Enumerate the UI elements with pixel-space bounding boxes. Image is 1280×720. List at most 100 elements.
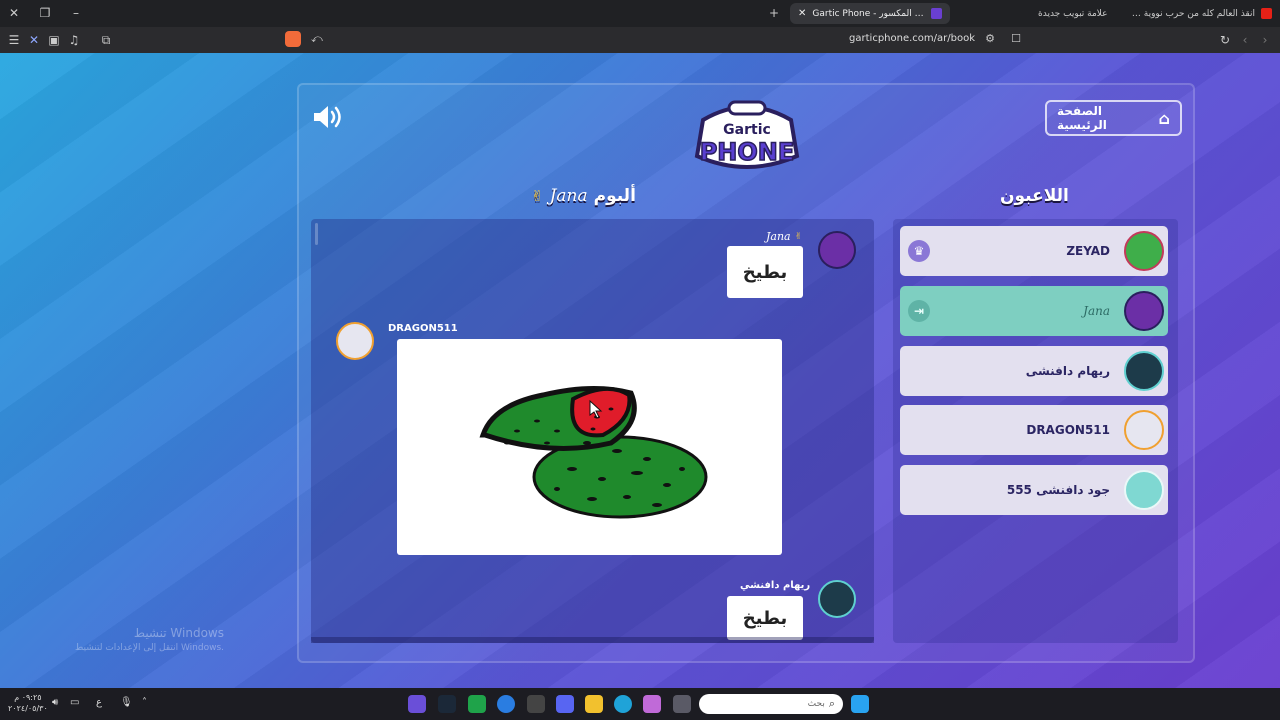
clock[interactable]: ٠٩:٢٥ م ٢٠٢٤/٠٥/٣٠ bbox=[8, 692, 48, 714]
taskbar-search[interactable]: بحث ⌕ bbox=[699, 694, 843, 714]
player-row-dragon511[interactable]: DRAGON511 bbox=[900, 405, 1168, 455]
forward-icon[interactable]: › bbox=[1257, 32, 1273, 48]
speaker-icon bbox=[314, 106, 341, 128]
author-name: ريهام دافنشي bbox=[740, 580, 811, 591]
restore-window-icon[interactable]: ❐ bbox=[37, 5, 53, 21]
hand-icon: ✌ bbox=[531, 187, 544, 205]
player-row-jood[interactable]: جود دافنشى 555 bbox=[900, 465, 1168, 515]
brave-shield-icon[interactable] bbox=[285, 31, 301, 47]
player-avatar bbox=[1124, 470, 1164, 510]
copilot-icon[interactable] bbox=[643, 695, 661, 713]
logo-text-phone: PHONE bbox=[700, 138, 795, 166]
album-owner: Jana bbox=[549, 186, 588, 206]
sound-toggle-button[interactable] bbox=[312, 103, 344, 131]
phone-favicon-icon bbox=[931, 8, 942, 19]
player-avatar bbox=[1124, 351, 1164, 391]
tab-title: علامة تبويب جديدة bbox=[1038, 8, 1108, 19]
microphone-icon[interactable]: 🎙︎ bbox=[120, 697, 133, 708]
taskbar-app-icon[interactable] bbox=[408, 695, 426, 713]
minimize-window-icon[interactable]: – bbox=[68, 5, 84, 21]
taskbar-app-icon[interactable] bbox=[527, 695, 545, 713]
search-icon: ⌕ bbox=[828, 697, 835, 710]
entry-text-bubble: بطيخ bbox=[727, 246, 803, 298]
youtube-favicon-icon bbox=[1261, 8, 1272, 19]
gartic-phone-logo: Gartic PHONE bbox=[683, 98, 811, 176]
album-label: ألبوم bbox=[593, 186, 636, 206]
entry-avatar bbox=[336, 322, 374, 360]
player-avatar bbox=[1124, 231, 1164, 271]
screenshot-icon[interactable]: ⧉ bbox=[98, 32, 114, 48]
entry-avatar bbox=[818, 580, 856, 618]
language-indicator[interactable]: ع bbox=[96, 697, 102, 708]
bookmark-icon[interactable]: ☐ bbox=[1011, 32, 1021, 45]
player-row-zeyad[interactable]: ♛ ZEYAD bbox=[900, 226, 1168, 276]
tray-expand-icon[interactable]: ˄ bbox=[142, 697, 147, 708]
windows-activation-watermark: تنشيط Windows انتقل إلى الإعدادات لتنشيط… bbox=[66, 626, 224, 656]
hand-icon: ✌ bbox=[794, 231, 803, 242]
player-avatar bbox=[1124, 410, 1164, 450]
entry-avatar bbox=[818, 231, 856, 269]
player-row-jana[interactable]: ⇥ Jana bbox=[900, 286, 1168, 336]
home-icon: ⌂ bbox=[1158, 108, 1170, 128]
back-icon[interactable]: ‹ bbox=[1237, 32, 1253, 48]
entry-text-bubble: بطيخ bbox=[727, 596, 803, 640]
volume-icon[interactable]: 🔊︎ bbox=[52, 697, 58, 708]
tab-new-tab[interactable]: علامة تبويب جديدة bbox=[1030, 3, 1120, 24]
new-tab-button[interactable]: + bbox=[766, 5, 782, 21]
clock-date: ٢٠٢٤/٠٥/٣٠ bbox=[8, 704, 48, 713]
author-name: DRAGON511 bbox=[388, 323, 458, 334]
network-icon[interactable]: ▭ bbox=[70, 697, 79, 708]
windows-taskbar: ٠٩:٢٥ م ٢٠٢٤/٠٥/٣٠ 🔊︎ ▭ ع 🎙︎ ˄ بحث ⌕ bbox=[0, 688, 1280, 720]
steam-icon[interactable] bbox=[438, 695, 456, 713]
close-window-icon[interactable]: ✕ bbox=[6, 5, 22, 21]
tab-gartic-phone[interactable]: ✕ Gartic Phone - لعبة الهاتف المكسور bbox=[790, 3, 950, 24]
search-placeholder: بحث bbox=[807, 699, 825, 709]
file-explorer-icon[interactable] bbox=[585, 695, 603, 713]
exit-icon: ⇥ bbox=[908, 300, 930, 322]
taskbar-app-icon[interactable] bbox=[497, 695, 515, 713]
url-text: garticphone.com/ar/book bbox=[849, 33, 975, 44]
browser-toolbar: ☰ ✕ ▣ ♫ ⧉ ⤺ garticphone.com/ar/book ⚙ ☐ … bbox=[0, 27, 1280, 53]
album-bottom-edge bbox=[311, 637, 874, 643]
game-page: Gartic PHONE الصفحة الرئيسية ⌂ ✌ Jana أل… bbox=[0, 53, 1280, 688]
tab-title: أنقذ العالم كله من حرب نووية 🌍 #bet… bbox=[1126, 8, 1255, 19]
players-title: اللاعبون bbox=[1000, 186, 1069, 206]
edge-icon[interactable] bbox=[614, 695, 632, 713]
clock-time: ٠٩:٢٥ م bbox=[14, 693, 42, 702]
album-title: ✌ Jana ألبوم bbox=[531, 186, 636, 206]
task-view-icon[interactable] bbox=[673, 695, 691, 713]
windows-start-icon[interactable] bbox=[851, 695, 869, 713]
crown-icon: ♛ bbox=[908, 240, 930, 262]
address-bar[interactable]: ⤺ garticphone.com/ar/book ⚙ ☐ bbox=[283, 30, 1027, 50]
player-name: جود دافنشى 555 bbox=[1006, 483, 1110, 497]
browser-tab-strip: ✕ ❐ – + ✕ Gartic Phone - لعبة الهاتف الم… bbox=[0, 0, 1280, 27]
discord-icon[interactable] bbox=[556, 695, 574, 713]
tab-close-icon[interactable]: ✕ bbox=[798, 8, 806, 19]
entry-drawing bbox=[397, 339, 782, 555]
reload-icon[interactable]: ↻ bbox=[1217, 32, 1233, 48]
entry-author: Jana ✌ bbox=[766, 230, 802, 243]
logo-text-gartic: Gartic bbox=[723, 122, 771, 138]
menu-icon[interactable]: ☰ bbox=[6, 32, 22, 48]
player-row-reham[interactable]: ريهام دافنشى bbox=[900, 346, 1168, 396]
tab-youtube[interactable]: أنقذ العالم كله من حرب نووية 🌍 #bet… bbox=[1118, 3, 1280, 24]
sidebar-icon[interactable]: ▣ bbox=[46, 32, 62, 48]
player-name: ZEYAD bbox=[1066, 244, 1110, 258]
watermark-title: تنشيط Windows bbox=[133, 626, 224, 640]
share-icon[interactable]: ⤺ bbox=[311, 32, 323, 46]
album-scrollbar[interactable] bbox=[315, 223, 318, 245]
watermark-subtitle: انتقل إلى الإعدادات لتنشيط Windows. bbox=[75, 643, 224, 653]
player-name: DRAGON511 bbox=[1026, 423, 1110, 437]
player-name: Jana bbox=[1083, 304, 1110, 318]
music-icon[interactable]: ♫ bbox=[66, 32, 82, 48]
extension-icon[interactable]: ✕ bbox=[26, 32, 42, 48]
taskbar-app-icon[interactable] bbox=[468, 695, 486, 713]
player-avatar bbox=[1124, 291, 1164, 331]
site-settings-icon[interactable]: ⚙ bbox=[985, 32, 995, 45]
entry-author: ريهام دافنشي bbox=[740, 580, 810, 591]
player-name: ريهام دافنشى bbox=[1025, 364, 1110, 378]
home-button[interactable]: الصفحة الرئيسية ⌂ bbox=[1045, 100, 1182, 136]
author-name: Jana bbox=[766, 230, 791, 243]
tab-title: Gartic Phone - لعبة الهاتف المكسور bbox=[812, 8, 925, 19]
home-button-label: الصفحة الرئيسية bbox=[1057, 104, 1107, 132]
